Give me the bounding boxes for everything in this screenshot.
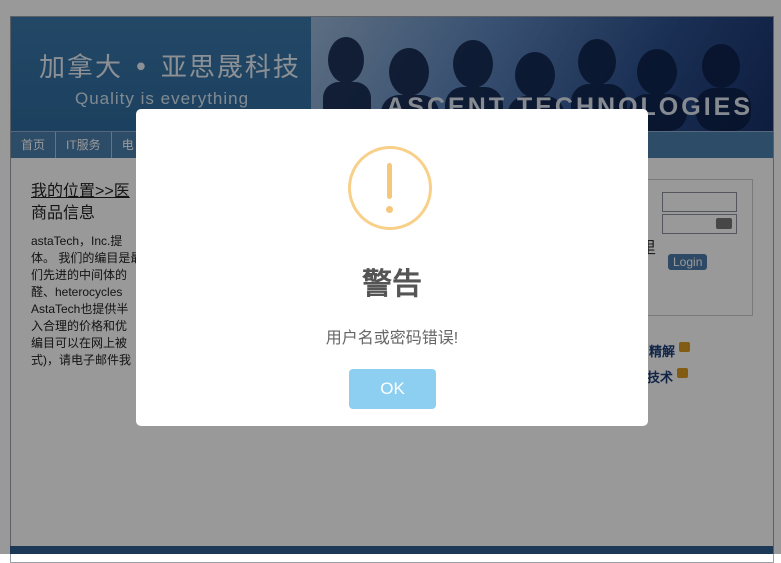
alert-title: 警告	[362, 267, 422, 302]
alert-message: 用户名或密码错误!	[325, 330, 459, 347]
alert-dialog: 警告 用户名或密码错误! OK	[136, 109, 648, 426]
warning-icon-dot	[386, 206, 393, 213]
warning-icon-stem	[387, 163, 392, 199]
ok-button[interactable]: OK	[349, 369, 436, 409]
warning-icon	[348, 146, 432, 230]
